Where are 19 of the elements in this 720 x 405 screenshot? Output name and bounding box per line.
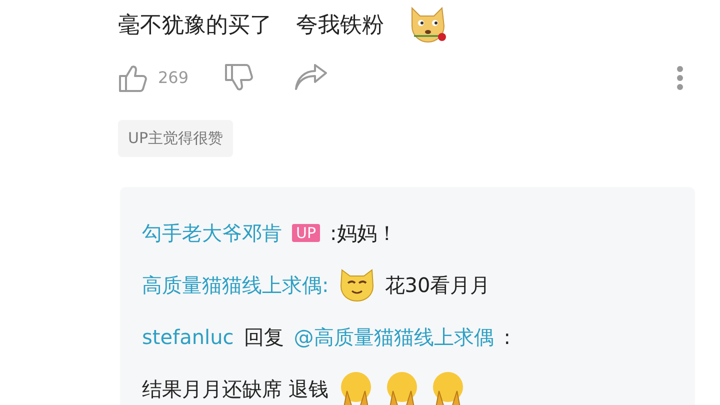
up-badge: UP [292, 224, 320, 242]
thumbs-down-icon[interactable] [224, 63, 254, 93]
cat-emoji-icon [338, 266, 375, 302]
reply-text: 结果月月还缺席 退钱 [142, 376, 328, 402]
username-link[interactable]: stefanluc [142, 322, 234, 352]
username-link[interactable]: 高质量猫猫线上求偶: [142, 270, 329, 300]
reply-text: :妈妈！ [330, 220, 397, 246]
reply-text: 回复 [244, 324, 284, 350]
mention-link[interactable]: @高质量猫猫线上求偶 [294, 322, 494, 352]
username-link[interactable]: 勾手老大爷邓肯 [142, 218, 282, 248]
reply-text: : [504, 324, 511, 350]
reply-text: 花30看月月 [384, 272, 490, 298]
liked-by-up-tag: UP主觉得很赞 [118, 120, 234, 156]
thumbs-up-icon[interactable] [118, 63, 148, 93]
share-icon[interactable] [294, 64, 328, 92]
comment-text: 毫不犹豫的买了 [118, 12, 272, 40]
more-icon[interactable] [676, 65, 684, 91]
comment-text: 夸我铁粉 [296, 12, 384, 40]
like-count: 269 [158, 67, 190, 89]
